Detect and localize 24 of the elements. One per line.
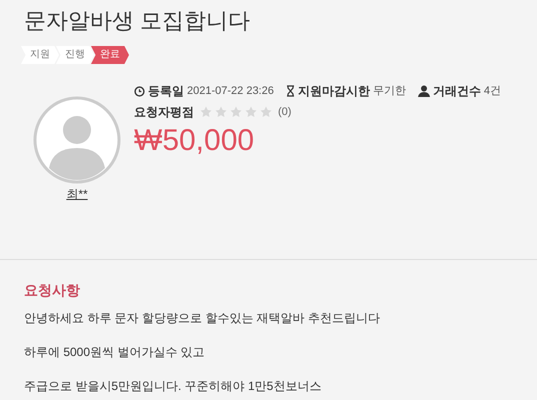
info-label: 등록일: [148, 83, 184, 100]
info-label: 거래건수: [432, 83, 481, 100]
clock-icon: [134, 86, 145, 96]
star-icon: [260, 106, 272, 118]
info-value: 2021-07-22 23:26: [187, 84, 274, 99]
hourglass-icon: [286, 85, 295, 97]
star-icon: [245, 106, 257, 118]
request-text: 하루에 5000원씩 벌어가실수 있고: [24, 344, 206, 361]
request-text: 안녕하세요 하루 문자 할당량으로 할수있는 재택알바 추천드립니다: [24, 310, 382, 327]
person-icon: [418, 85, 430, 97]
price: ₩50,000: [134, 123, 256, 159]
star-icon: [200, 106, 212, 118]
info-value: 무기한: [372, 84, 406, 99]
rating-label: 요청자평점: [134, 104, 194, 121]
requester-name-link[interactable]: 최**: [66, 185, 88, 203]
star-icon: [230, 106, 242, 118]
rating-count: (0): [278, 104, 292, 120]
page-title: 문자알바생 모집합니다: [24, 7, 252, 35]
section-heading: 요청사항: [24, 281, 81, 300]
request-text: 주급으로 받을시5만원입니다. 꾸준히해야 1만5천보너스: [24, 378, 322, 395]
info-value: 4건: [484, 84, 501, 99]
info-label: 지원마감시한: [298, 83, 370, 100]
star-icon: [215, 106, 227, 118]
avatar-icon: [33, 96, 121, 184]
